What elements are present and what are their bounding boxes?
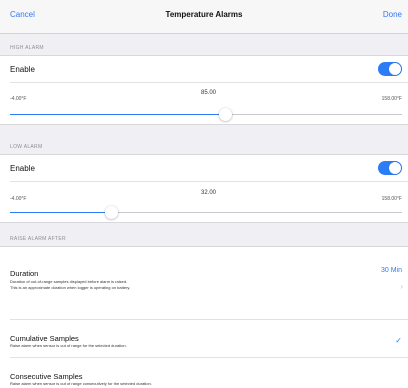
chevron-right-icon: › xyxy=(400,282,403,291)
high-alarm-slider[interactable] xyxy=(10,108,402,121)
consecutive-samples-subtitle: Raise alarm when sensor is out of range … xyxy=(10,381,152,386)
toggle-knob xyxy=(389,162,401,174)
high-alarm-section-header: HIGH ALARM xyxy=(10,45,44,51)
low-alarm-value-field[interactable]: 32.00 xyxy=(201,190,216,196)
low-alarm-slider-thumb[interactable] xyxy=(105,206,119,219)
duration-subtitle-battery: This is an approximate duration when log… xyxy=(10,285,131,290)
duration-value: 30 Min xyxy=(380,267,402,274)
duration-row[interactable]: Duration Duration of out-of-range sample… xyxy=(0,247,408,307)
high-alarm-slider-fill xyxy=(10,114,226,115)
high-alarm-value-field[interactable]: 85.00 xyxy=(201,90,216,96)
low-alarm-slider[interactable] xyxy=(10,206,402,219)
low-alarm-min-label: -4.00°F xyxy=(10,196,27,202)
high-alarm-slider-thumb[interactable] xyxy=(219,108,233,121)
page-title: Temperature Alarms xyxy=(165,10,243,19)
high-alarm-group: Enable -4.00°F 85.00 158.00°F xyxy=(0,55,408,125)
toggle-knob xyxy=(389,63,401,75)
checkmark-icon: ✓ xyxy=(395,336,402,345)
divider xyxy=(10,82,408,83)
low-alarm-max-label: 158.00°F xyxy=(381,196,402,202)
navigation-bar: Cancel Temperature Alarms Done xyxy=(0,0,408,34)
raise-alarm-section-header: RAISE ALARM AFTER xyxy=(10,236,66,242)
done-button[interactable]: Done xyxy=(383,10,402,19)
duration-title: Duration xyxy=(10,269,39,278)
high-alarm-enable-toggle[interactable] xyxy=(378,62,402,76)
low-alarm-group: Enable -4.00°F 32.00 158.00°F xyxy=(0,154,408,223)
low-alarm-enable-toggle[interactable] xyxy=(378,161,402,175)
consecutive-samples-title: Consecutive Samples xyxy=(10,372,83,381)
divider xyxy=(10,181,408,182)
low-alarm-slider-fill xyxy=(10,212,112,213)
low-alarm-section-header: LOW ALARM xyxy=(10,144,43,150)
cumulative-samples-title: Cumulative Samples xyxy=(10,334,79,343)
cumulative-samples-row[interactable]: Cumulative Samples Raise alarm when sens… xyxy=(0,320,408,356)
high-alarm-max-label: 158.00°F xyxy=(381,96,402,102)
raise-alarm-group: Duration Duration of out-of-range sample… xyxy=(0,246,408,388)
cumulative-samples-subtitle: Raise alarm when sensor is out of range … xyxy=(10,343,127,348)
high-alarm-enable-label: Enable xyxy=(10,65,35,74)
consecutive-samples-row[interactable]: Consecutive Samples Raise alarm when sen… xyxy=(0,358,408,388)
low-alarm-enable-label: Enable xyxy=(10,164,35,173)
high-alarm-min-label: -4.00°F xyxy=(10,96,27,102)
